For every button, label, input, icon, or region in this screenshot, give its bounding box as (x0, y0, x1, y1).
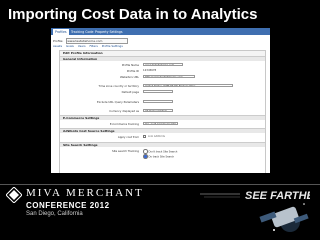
slide-title: Importing Cost Data in to Analytics (8, 6, 258, 23)
edit-profile-panel: Edit Profile Information General Informa… (59, 50, 266, 173)
field-row: Profile ID 12345678 (60, 68, 265, 73)
field-row: Apply cost from Link AdWords (60, 134, 265, 139)
field-label: Apply cost from (117, 135, 139, 139)
field-row: Website's URL http:// www.testsitehome.c… (60, 74, 265, 79)
profile-label: Profile: (53, 38, 64, 43)
miva-logo-icon (6, 187, 22, 203)
subtab-users[interactable]: Users (78, 44, 86, 48)
general-info-header: General Information (60, 56, 265, 61)
telescope-icon (259, 203, 309, 232)
field-row: Profile Name www.testsitehome.com (60, 62, 265, 67)
top-tab-bar: Profiles Tracking Code Property Settings (51, 28, 270, 35)
radio-option[interactable]: Do track Site Search (143, 154, 174, 159)
profile-id-value: 12345678 (143, 69, 157, 72)
ecommerce-header: E-Commerce Settings (60, 115, 265, 120)
field-row: Currency displayed as US Dollar (USD $) (60, 108, 265, 113)
tab-profiles[interactable]: Profiles (53, 29, 69, 35)
subtab-assets[interactable]: Assets (53, 44, 62, 48)
website-url-input[interactable]: http:// www.testsitehome.com (143, 74, 195, 78)
profile-selector: Profile: www.testsitehome.com (53, 38, 129, 44)
radio-icon (143, 154, 148, 159)
tab-tracking-code[interactable]: Tracking Code (69, 29, 95, 35)
tab-property-settings[interactable]: Property Settings (93, 29, 125, 35)
adwords-link[interactable]: Link AdWords (148, 135, 165, 138)
field-row: Time zone country or territory United St… (60, 83, 265, 88)
profile-dropdown[interactable]: www.testsitehome.com (66, 38, 129, 44)
conference-location: San Diego, California (26, 211, 83, 217)
analytics-screenshot: Profiles Tracking Code Property Settings… (51, 28, 270, 173)
conference-name: CONFERENCE 2012 (26, 201, 110, 210)
field-label: Exclude URL Query Parameters (97, 100, 139, 104)
exclude-params-input[interactable] (143, 99, 173, 103)
field-row: Default page (60, 89, 265, 94)
field-label: Time zone country or territory (98, 84, 139, 88)
subtab-goals[interactable]: Goals (66, 44, 74, 48)
currency-select[interactable]: US Dollar (USD $) (143, 108, 173, 112)
field-row: Exclude URL Query Parameters (60, 99, 265, 104)
footer-divider (0, 184, 320, 185)
sub-tab-bar: Assets Goals Users Filters Profile Setti… (53, 44, 126, 48)
default-page-input[interactable] (143, 89, 173, 93)
field-label: Default page (121, 90, 139, 94)
panel-title: Edit Profile Information (60, 51, 265, 56)
field-label: Currency displayed as (109, 109, 139, 113)
field-label: E-Commerce tracking (109, 122, 139, 126)
field-label: Profile ID (126, 69, 139, 73)
subtab-profile-settings[interactable]: Profile Settings (102, 44, 123, 48)
ecommerce-select[interactable]: Yes, an E-Commerce Site (143, 121, 178, 125)
site-search-header: Site Search Settings (60, 142, 265, 147)
field-label: Website's URL (119, 75, 139, 79)
timezone-select[interactable]: United States (GMT-05:00) Eastern Time (143, 83, 233, 87)
profile-name-input[interactable]: www.testsitehome.com (143, 62, 183, 66)
field-label: Profile Name (121, 63, 139, 67)
adwords-checkbox[interactable] (143, 135, 146, 138)
brand-name: MIVA MERCHANT (26, 187, 144, 199)
adwords-header: AdWords Cost Source Settings (60, 128, 265, 133)
field-row: E-Commerce tracking Yes, an E-Commerce S… (60, 121, 265, 126)
subtab-filters[interactable]: Filters (89, 44, 97, 48)
field-row: Do track Site Search (60, 153, 265, 159)
